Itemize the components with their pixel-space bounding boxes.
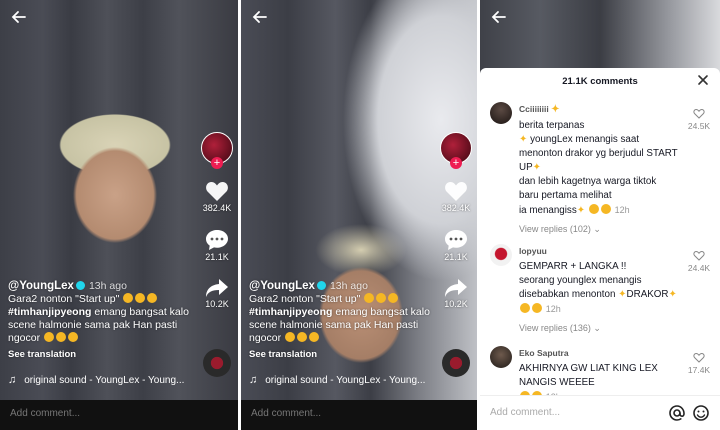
- avatar[interactable]: [490, 244, 512, 266]
- creator-avatar[interactable]: +: [201, 132, 233, 169]
- video-panel-1: + 382.4K 21.1K 10.2K @YoungLex 13h ago Ga…: [0, 0, 238, 430]
- creator-avatar[interactable]: +: [440, 132, 472, 169]
- heart-icon: [206, 182, 228, 201]
- comment-like-count: 24.5K: [687, 121, 711, 131]
- comment-username[interactable]: Cciiiiiiii ✦: [519, 102, 678, 117]
- add-comment-placeholder: Add comment...: [251, 408, 322, 419]
- comment-line: dan lebih kagetnya warga tiktok baru per…: [519, 176, 657, 201]
- comment-bubble-icon: [206, 230, 228, 250]
- video-caption: @YoungLex 13h ago Gara2 nonton "Start up"…: [249, 280, 433, 361]
- comment-button[interactable]: 21.1K: [200, 229, 234, 262]
- add-comment-placeholder: Add comment...: [10, 408, 81, 419]
- comments-panel: 21.1K comments Cciiiiiiii ✦ berita terpa…: [480, 0, 720, 430]
- emoji-icon[interactable]: [692, 404, 710, 422]
- back-arrow-icon[interactable]: [251, 8, 269, 26]
- comment-line: ia menangiss✦ 12h: [519, 204, 630, 216]
- music-note-icon: ♫: [249, 374, 258, 386]
- comment-like-button[interactable]: 17.4K: [684, 352, 714, 375]
- share-count: 10.2K: [205, 299, 229, 309]
- chevron-down-icon: ⌄: [593, 224, 601, 234]
- add-comment-bar[interactable]: Add comment...: [480, 395, 720, 430]
- comment-line: ✦ youngLex menangis saat menonton drakor…: [519, 134, 678, 173]
- like-button[interactable]: 382.4K: [200, 180, 234, 213]
- comments-sheet: 21.1K comments Cciiiiiiii ✦ berita terpa…: [480, 68, 720, 430]
- comment-line: 12h: [519, 302, 678, 317]
- share-count: 10.2K: [444, 299, 468, 309]
- like-button[interactable]: 382.4K: [439, 180, 473, 213]
- caption-hashtag[interactable]: #timhanjipyeong: [8, 306, 91, 318]
- view-replies-link[interactable]: View replies (102) ⌄: [519, 224, 714, 235]
- heart-icon: [445, 182, 467, 201]
- add-comment-placeholder: Add comment...: [490, 407, 561, 418]
- comment-count: 21.1K: [205, 252, 229, 262]
- heart-outline-icon: [693, 352, 705, 363]
- like-count: 382.4K: [202, 203, 232, 213]
- action-rail: + 382.4K 21.1K 10.2K: [439, 132, 473, 377]
- comment-line: berita terpanas: [519, 120, 585, 131]
- sound-disc[interactable]: [200, 349, 234, 377]
- comment-like-count: 17.4K: [687, 365, 711, 375]
- add-comment-bar[interactable]: Add comment...: [0, 400, 238, 430]
- view-replies-link[interactable]: View replies (136) ⌄: [519, 323, 714, 334]
- verified-badge-icon: [316, 281, 326, 290]
- share-arrow-icon: [206, 279, 228, 297]
- sound-name: original sound - YoungLex - Young...: [265, 375, 426, 386]
- caption-time: 13h ago: [88, 280, 127, 292]
- comment-line: AKHIRNYA GW LIAT KING LEX NANGIS WEEEE: [519, 363, 658, 388]
- share-arrow-icon: [445, 279, 467, 297]
- comment-like-button[interactable]: 24.4K: [684, 250, 714, 273]
- see-translation-link[interactable]: See translation: [8, 348, 76, 361]
- back-arrow-icon[interactable]: [10, 8, 28, 26]
- comments-count-title: 21.1K comments: [562, 76, 638, 87]
- music-note-icon: ♫: [8, 374, 17, 386]
- action-rail: + 382.4K 21.1K 10.2K: [200, 132, 234, 377]
- comment-like-button[interactable]: 24.5K: [684, 108, 714, 131]
- see-translation-link[interactable]: See translation: [249, 348, 317, 361]
- avatar[interactable]: [490, 346, 512, 368]
- heart-outline-icon: [693, 108, 705, 119]
- like-count: 382.4K: [441, 203, 471, 213]
- caption-line1: Gara2 nonton "Start up": [249, 293, 361, 305]
- comment-line: GEMPARR + LANGKA !!: [519, 261, 627, 272]
- video-panel-2: + 382.4K 21.1K 10.2K @YoungLex 13h ago Ga…: [241, 0, 477, 430]
- comment-like-count: 24.4K: [687, 263, 711, 273]
- avatar[interactable]: [490, 102, 512, 124]
- share-button[interactable]: 10.2K: [200, 278, 234, 309]
- comment-line: seorang younglex menangis disebabkan men…: [519, 275, 677, 300]
- back-arrow-icon[interactable]: [490, 8, 508, 26]
- video-caption: @YoungLex 13h ago Gara2 nonton "Start up"…: [8, 280, 194, 361]
- close-icon[interactable]: [696, 73, 710, 87]
- caption-hashtag[interactable]: #timhanjipyeong: [249, 306, 332, 318]
- sound-row[interactable]: ♫ original sound - YoungLex - Young...: [249, 374, 425, 386]
- sound-name: original sound - YoungLex - Young...: [24, 375, 185, 386]
- follow-plus-icon[interactable]: +: [450, 157, 462, 169]
- follow-plus-icon[interactable]: +: [211, 157, 223, 169]
- comment-username[interactable]: lopyuu: [519, 244, 678, 258]
- comment-username[interactable]: Eko Saputra: [519, 346, 678, 360]
- share-button[interactable]: 10.2K: [439, 278, 473, 309]
- sound-row[interactable]: ♫ original sound - YoungLex - Young...: [8, 374, 184, 386]
- comment-time: 12h: [614, 205, 630, 215]
- chevron-down-icon: ⌄: [593, 323, 601, 333]
- add-comment-bar[interactable]: Add comment...: [241, 400, 477, 430]
- caption-line1: Gara2 nonton "Start up": [8, 293, 120, 305]
- comment-item: Cciiiiiiii ✦ berita terpanas ✦ youngLex …: [490, 102, 714, 235]
- comment-item: lopyuu GEMPARR + LANGKA !! seorang young…: [490, 244, 714, 334]
- comment-time: 12h: [545, 304, 561, 314]
- caption-username[interactable]: @YoungLex: [8, 280, 74, 292]
- mention-icon[interactable]: [668, 404, 686, 422]
- sound-disc[interactable]: [439, 349, 473, 377]
- heart-outline-icon: [693, 250, 705, 261]
- caption-username[interactable]: @YoungLex: [249, 280, 315, 292]
- comment-count: 21.1K: [444, 252, 468, 262]
- comment-bubble-icon: [445, 230, 467, 250]
- verified-badge-icon: [75, 281, 85, 290]
- comment-button[interactable]: 21.1K: [439, 229, 473, 262]
- caption-time: 13h ago: [329, 280, 368, 292]
